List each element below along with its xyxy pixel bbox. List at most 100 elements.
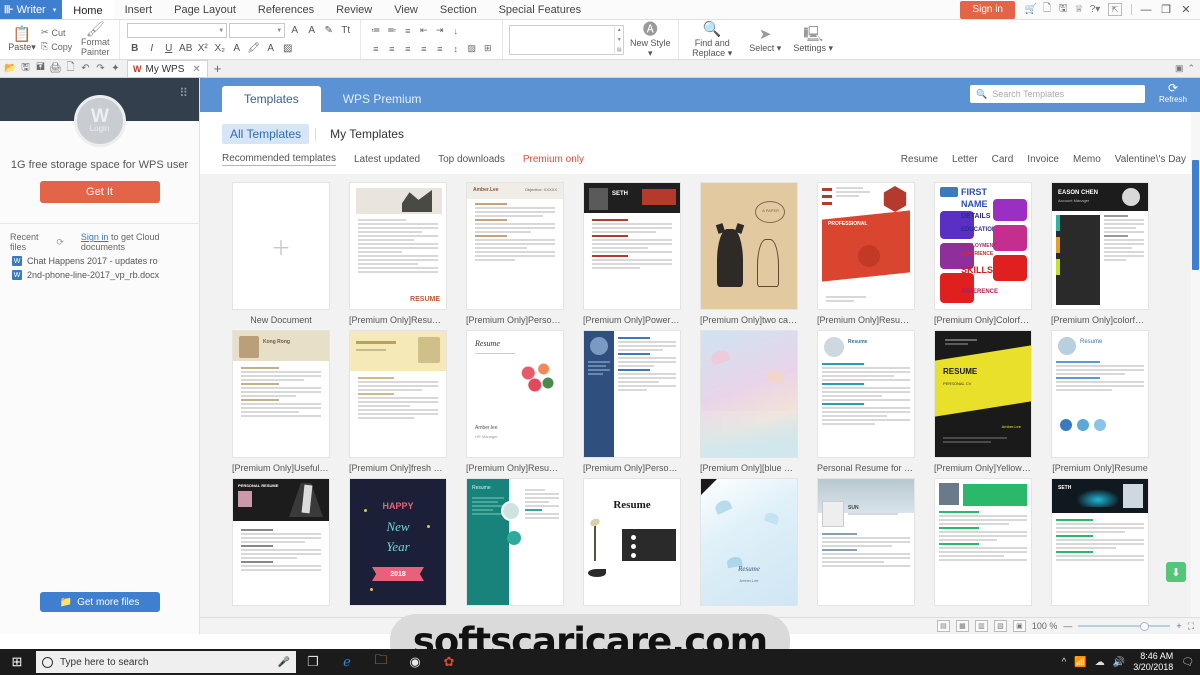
wifi-icon[interactable]: 📶	[1074, 657, 1086, 668]
sort-top-downloads[interactable]: Top downloads	[438, 154, 505, 165]
save-icon[interactable]: 🖫	[18, 61, 33, 76]
list-item[interactable]: W Chat Happens 2017 - updates ro	[0, 252, 199, 266]
template-card[interactable]: RESUME [Premium Only]Resume for...	[349, 182, 447, 325]
align-center-button[interactable]: ≡	[384, 41, 399, 56]
select-button[interactable]: ➤ Select ▾	[741, 26, 789, 53]
close-icon[interactable]: ✕	[192, 64, 200, 75]
show-hidden-icons[interactable]: ^	[1062, 657, 1067, 668]
sort-button[interactable]: ↓	[448, 23, 463, 38]
template-card[interactable]: [Premium Only]Personal Re...	[583, 330, 681, 473]
notifications-icon[interactable]: 🗨	[1181, 657, 1194, 668]
crown-icon[interactable]: ♕	[1071, 1, 1087, 19]
menu-item-references[interactable]: References	[247, 0, 325, 19]
scrollbar-thumb[interactable]	[1192, 160, 1199, 270]
bullets-button[interactable]: ≔	[368, 23, 383, 38]
save-as-icon[interactable]: 🖬	[33, 61, 48, 76]
align-left-button[interactable]: ≡	[368, 41, 383, 56]
style-gallery-scrollbar[interactable]: ▲ ▼ ▤	[614, 25, 623, 54]
chevron-down-icon[interactable]: ▼	[218, 28, 224, 34]
template-card[interactable]: EASON CHEN Account Manager [Premium Only…	[1051, 182, 1149, 325]
line-spacing-button[interactable]: ↕	[448, 41, 463, 56]
new-style-button[interactable]: 🅐 New Style ▾	[626, 21, 674, 58]
template-card[interactable]: Resume	[466, 478, 564, 606]
chevron-down-icon[interactable]: ▾	[777, 43, 782, 53]
justify-button[interactable]: ≡	[416, 41, 431, 56]
chevron-down-icon[interactable]: ▾	[648, 48, 653, 58]
download-icon[interactable]: ⬇	[1166, 562, 1186, 582]
menu-item-section[interactable]: Section	[429, 0, 488, 19]
panel-toggle-icon[interactable]: ▣	[1175, 63, 1184, 74]
superscript-button[interactable]: X²	[195, 41, 210, 56]
chevron-down-icon[interactable]: ▾	[31, 42, 36, 52]
template-card[interactable]: Resume Amber.lee HR Manager [Premium Onl…	[466, 330, 564, 473]
file-explorer-icon[interactable]: 🗀	[364, 649, 398, 675]
sign-in-button[interactable]: Sign in	[960, 0, 1015, 19]
find-and-replace-button[interactable]: 🔍 Find and Replace ▾	[683, 21, 741, 58]
print-preview-icon[interactable]: ▣	[1012, 620, 1026, 632]
menu-item-review[interactable]: Review	[325, 0, 383, 19]
font-name-select[interactable]: ▼	[127, 23, 228, 38]
templates-grid[interactable]: ＋ New Document RESUME [Premium Only]Resu…	[200, 174, 1200, 617]
distribute-button[interactable]: ≡	[432, 41, 447, 56]
fullscreen-icon[interactable]: ⛶	[1188, 621, 1194, 632]
search-input[interactable]: 🔍 Search Templates	[970, 85, 1145, 103]
template-card[interactable]: HAPPY New Year 2018	[349, 478, 447, 606]
category-tag-memo[interactable]: Memo	[1073, 154, 1101, 165]
print-icon[interactable]: 🖨	[48, 61, 63, 76]
sort-recommended[interactable]: Recommended templates	[222, 153, 336, 166]
get-more-files-button[interactable]: 📁 Get more files	[39, 592, 160, 612]
sort-latest-updated[interactable]: Latest updated	[354, 154, 420, 165]
italic-button[interactable]: I	[144, 41, 159, 56]
subscript-button[interactable]: X₂	[212, 41, 227, 56]
tab-my-templates[interactable]: My Templates	[322, 124, 412, 144]
multilevel-list-button[interactable]: ≡	[400, 23, 415, 38]
template-card[interactable]: FIRST NAME DETAILS EDUCATION EMPLOYMENT …	[934, 182, 1032, 325]
grow-font-button[interactable]: A	[287, 23, 302, 38]
document-tab-my-wps[interactable]: W My WPS ✕	[127, 60, 208, 77]
volume-icon[interactable]: 🔊	[1113, 657, 1125, 668]
new-tab-button[interactable]: +	[208, 61, 228, 76]
refresh-button[interactable]: ⟳ Refresh	[1151, 82, 1195, 105]
zoom-out-button[interactable]: —	[1063, 621, 1072, 631]
avatar[interactable]: W Login	[73, 95, 126, 147]
document-icon[interactable]: 🗋	[1039, 1, 1055, 19]
template-card-new-document[interactable]: ＋ New Document	[232, 182, 330, 325]
menu-item-special-features[interactable]: Special Features	[488, 0, 593, 19]
template-card[interactable]: Resume Personal Resume for jobs	[817, 330, 915, 473]
refresh-icon[interactable]: ⟳	[56, 237, 64, 248]
save-cloud-icon[interactable]: 🖫	[1055, 1, 1071, 19]
customize-icon[interactable]: ✦	[108, 61, 123, 76]
collapse-ribbon-icon[interactable]: ⌃	[1187, 63, 1195, 74]
numbering-button[interactable]: ≕	[384, 23, 399, 38]
clear-format-icon[interactable]: ✎	[321, 23, 336, 38]
minimize-button[interactable]: —	[1136, 1, 1156, 19]
template-card[interactable]: Resume	[583, 478, 681, 606]
onedrive-icon[interactable]: ☁	[1095, 657, 1105, 668]
menu-item-page-layout[interactable]: Page Layout	[163, 0, 247, 19]
menu-item-home[interactable]: Home	[62, 0, 114, 19]
templates-scrollbar[interactable]	[1191, 112, 1200, 617]
page-view-icon[interactable]: ▤	[936, 620, 950, 632]
list-item[interactable]: W 2nd-phone-line-2017_vp_rb.docx	[0, 266, 199, 280]
category-tag-resume[interactable]: Resume	[901, 154, 938, 165]
tab-templates[interactable]: Templates	[222, 86, 321, 112]
template-card[interactable]: [Premium Only]fresh simple..	[349, 330, 447, 473]
close-button[interactable]: ✕	[1176, 1, 1196, 19]
zoom-in-button[interactable]: +	[1176, 621, 1181, 631]
open-icon[interactable]: 📂	[3, 61, 18, 76]
char-shading-icon[interactable]: ▨	[280, 41, 295, 56]
chevron-down-icon[interactable]: ▾	[53, 6, 57, 14]
taskbar-search-input[interactable]: Type here to search 🎤	[36, 651, 296, 673]
settings-button[interactable]: 🖳 Settings ▾	[789, 26, 837, 53]
format-painter-button[interactable]: 🖌 Format Painter	[75, 22, 115, 57]
style-gallery[interactable]: ▲ ▼ ▤	[509, 24, 625, 55]
category-tag-card[interactable]: Card	[992, 154, 1014, 165]
microphone-icon[interactable]: 🎤	[278, 657, 290, 668]
template-card[interactable]	[934, 478, 1032, 606]
app-menu-button[interactable]: ⊪ Writer ▾	[0, 0, 63, 19]
borders-button[interactable]: ⊞	[480, 41, 495, 56]
chrome-icon[interactable]: ◉	[398, 649, 432, 675]
sort-premium-only[interactable]: Premium only	[523, 154, 584, 165]
reading-view-icon[interactable]: ▧	[993, 620, 1007, 632]
tab-all-templates[interactable]: All Templates	[222, 124, 310, 144]
